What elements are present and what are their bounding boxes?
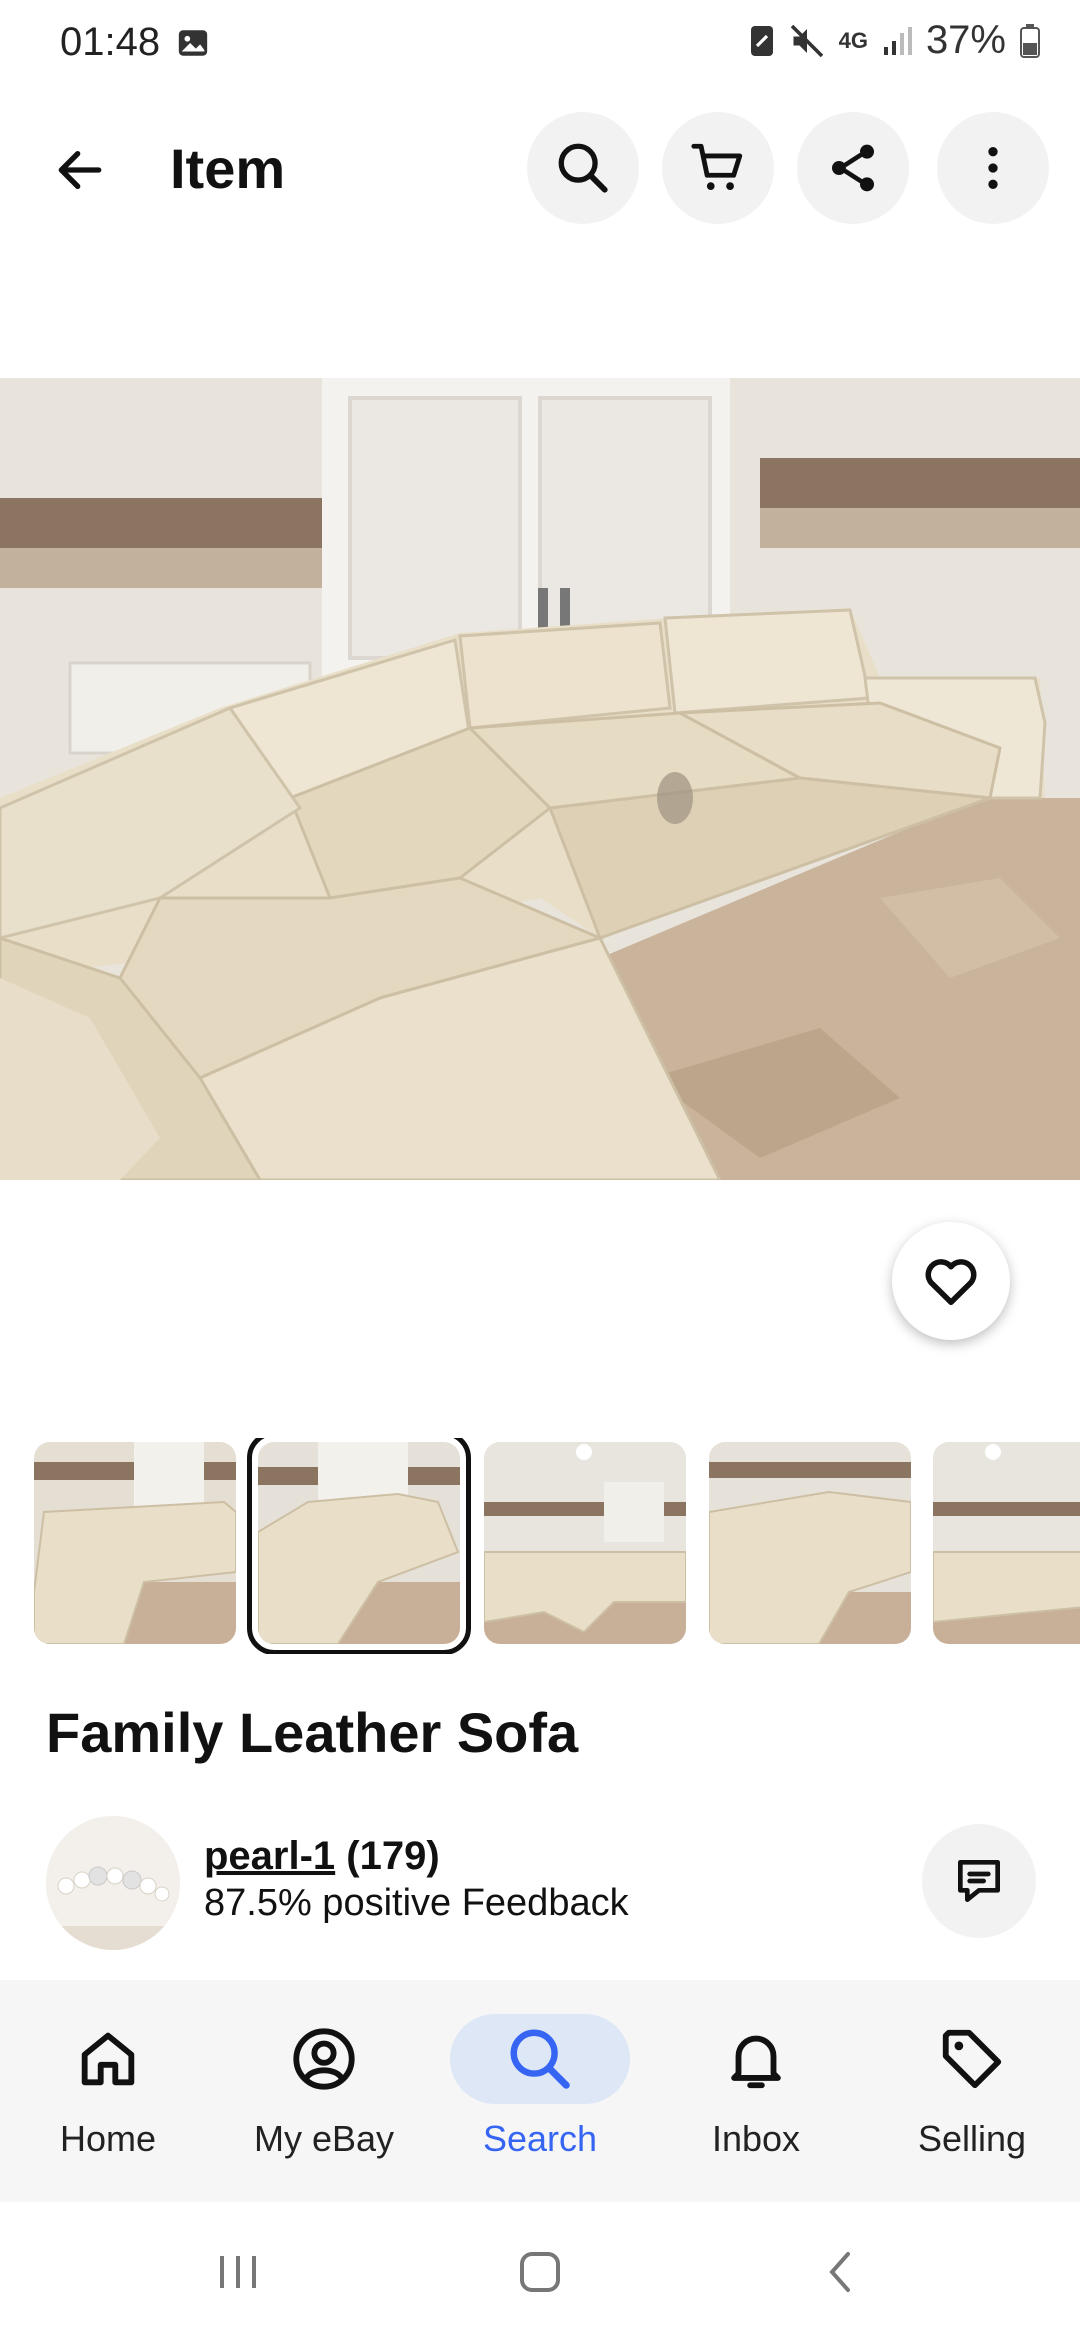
nav-my-ebay[interactable]: My eBay: [216, 1980, 432, 2202]
app-bar: Item: [0, 100, 1080, 240]
network-type: 4G: [838, 27, 868, 53]
item-main-image[interactable]: [0, 378, 1080, 1180]
nav-search-icon-container: [450, 2014, 630, 2104]
thumbnail-5[interactable]: [933, 1442, 1080, 1644]
add-to-watchlist-button[interactable]: [892, 1222, 1010, 1340]
signal-icon: [883, 26, 912, 55]
sofa-thumbnail-image: [484, 1442, 686, 1644]
back-arrow-icon: [58, 150, 102, 190]
home-system-button[interactable]: [500, 2242, 580, 2302]
thumbnail-4[interactable]: [709, 1442, 911, 1644]
nav-home-label: Home: [59, 2118, 157, 2159]
nfc-icon: [750, 25, 773, 56]
contact-seller-button[interactable]: [922, 1824, 1036, 1938]
search-icon: [558, 143, 608, 193]
nav-home[interactable]: Home: [0, 1980, 216, 2202]
page-title: Item: [170, 137, 286, 200]
status-time: 01:48: [60, 20, 161, 64]
chevron-left-icon: [829, 2252, 850, 2292]
thumbnail-1[interactable]: [34, 1442, 236, 1644]
seller-avatar[interactable]: [46, 1816, 180, 1950]
nav-search-label: Search: [482, 2118, 598, 2159]
nav-inbox-icon-container: [666, 2014, 846, 2104]
status-bar: 01:48 4G 37%: [0, 0, 1080, 88]
nav-selling-icon-container: [882, 2014, 1062, 2104]
search-icon: [510, 2029, 570, 2089]
recent-apps-icon: [220, 2256, 256, 2288]
image-thumbnail-strip[interactable]: [0, 1438, 1080, 1654]
sofa-thumbnail-image: [258, 1442, 460, 1644]
sofa-thumbnail-image: [709, 1442, 911, 1644]
share-icon: [832, 144, 874, 192]
share-button[interactable]: [797, 112, 909, 224]
seller-name-link[interactable]: pearl-1: [204, 1834, 335, 1878]
heart-icon: [925, 1259, 977, 1305]
nav-search[interactable]: Search: [432, 1980, 648, 2202]
sofa-thumbnail-image: [933, 1442, 1080, 1644]
recent-apps-button[interactable]: [198, 2242, 278, 2302]
seller-feedback-score: 87.5% positive Feedback: [204, 1882, 629, 1924]
nav-selling-label: Selling: [917, 2118, 1027, 2159]
back-system-button[interactable]: [802, 2242, 882, 2302]
seller-info: pearl-1 (179): [204, 1834, 440, 1879]
cart-button[interactable]: [662, 112, 774, 224]
status-indicators: 4G 37%: [749, 18, 1040, 63]
home-square-icon: [520, 2252, 560, 2292]
system-navigation-bar: [0, 2202, 1080, 2340]
more-options-button[interactable]: [937, 112, 1049, 224]
tag-icon: [942, 2029, 1002, 2089]
battery-percent: 37%: [925, 18, 1006, 62]
bottom-navigation: Home My eBay Search Inbox Selling: [0, 1980, 1080, 2202]
thumbnail-2[interactable]: [247, 1438, 471, 1654]
sofa-thumbnail-image: [34, 1442, 236, 1644]
mute-icon: [790, 24, 823, 57]
pearl-bracelet-image: [46, 1816, 180, 1950]
nav-inbox-label: Inbox: [711, 2118, 801, 2159]
cart-icon: [691, 143, 743, 190]
user-circle-icon: [293, 2028, 355, 2090]
message-icon: [958, 1860, 1000, 1902]
nav-home-icon-container: [18, 2014, 198, 2104]
battery-icon: [1020, 23, 1040, 58]
nav-myebay-label: My eBay: [253, 2118, 395, 2159]
seller-feedback-count: (179): [346, 1834, 440, 1878]
thumbnail-3[interactable]: [484, 1442, 686, 1644]
more-vertical-icon: [988, 147, 998, 189]
nav-myebay-icon-container: [234, 2014, 414, 2104]
search-button[interactable]: [527, 112, 639, 224]
nav-inbox[interactable]: Inbox: [648, 1980, 864, 2202]
sofa-photo: [0, 378, 1080, 1180]
back-button[interactable]: [40, 130, 120, 210]
home-icon: [81, 2032, 135, 2086]
nav-selling[interactable]: Selling: [864, 1980, 1080, 2202]
gallery-notification-icon: [178, 30, 208, 56]
item-title: Family Leather Sofa: [46, 1701, 579, 1764]
bell-icon: [731, 2035, 781, 2089]
